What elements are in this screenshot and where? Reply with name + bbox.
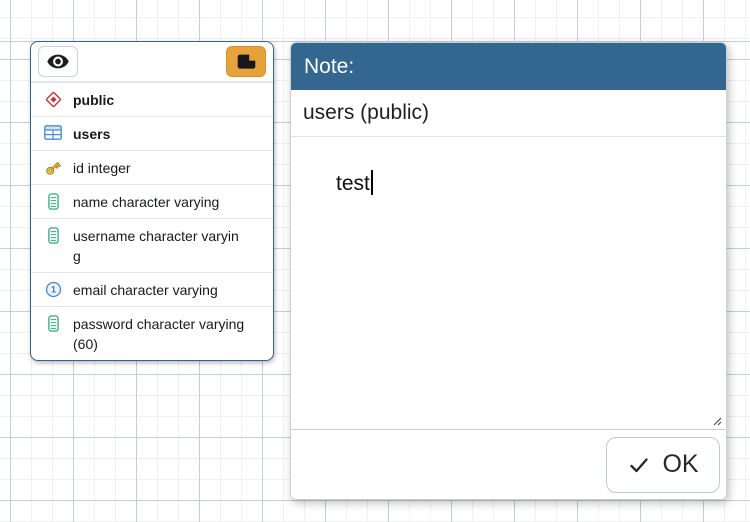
table-name: users xyxy=(73,124,245,144)
node-row-column-username[interactable]: username character varying xyxy=(31,218,273,272)
node-row-column-name[interactable]: name character varying xyxy=(31,184,273,218)
note-dialog: Note: users (public) test OK xyxy=(290,42,727,500)
note-textarea[interactable]: test xyxy=(291,137,726,430)
column-label: password character varying (60) xyxy=(73,314,245,354)
note-icon xyxy=(237,54,256,69)
node-row-column-password[interactable]: password character varying (60) xyxy=(31,306,273,360)
node-row-schema[interactable]: public xyxy=(31,82,273,116)
node-toolbar xyxy=(31,42,273,82)
schema-icon xyxy=(43,91,63,108)
resize-handle-icon[interactable] xyxy=(663,414,723,427)
note-text: test xyxy=(336,172,370,195)
column-label: id integer xyxy=(73,158,245,178)
column-icon xyxy=(43,315,63,332)
primary-key-icon xyxy=(43,159,63,177)
unique-one-icon: 1 xyxy=(43,281,63,298)
column-label: username character varying xyxy=(73,226,245,266)
table-node-users[interactable]: public users xyxy=(30,41,274,361)
node-row-table[interactable]: users xyxy=(31,116,273,150)
column-label: email character varying xyxy=(73,280,245,300)
eye-icon xyxy=(47,54,69,69)
add-edit-note-button[interactable] xyxy=(226,46,266,77)
note-dialog-footer: OK xyxy=(291,430,726,499)
column-label: name character varying xyxy=(73,192,245,212)
erd-canvas: public users xyxy=(0,0,750,522)
svg-text:1: 1 xyxy=(51,284,56,294)
note-dialog-title: Note: xyxy=(291,43,726,90)
note-dialog-subtitle: users (public) xyxy=(291,90,726,137)
ok-button-label: OK xyxy=(662,450,698,479)
table-icon xyxy=(43,125,63,140)
text-caret xyxy=(371,170,373,195)
ok-button[interactable]: OK xyxy=(606,437,720,493)
column-icon xyxy=(43,193,63,210)
schema-name: public xyxy=(73,90,245,110)
check-icon xyxy=(627,453,651,477)
node-row-column-email[interactable]: 1 email character varying xyxy=(31,272,273,306)
column-icon xyxy=(43,227,63,244)
show-details-button[interactable] xyxy=(38,46,78,77)
node-row-column-id[interactable]: id integer xyxy=(31,150,273,184)
